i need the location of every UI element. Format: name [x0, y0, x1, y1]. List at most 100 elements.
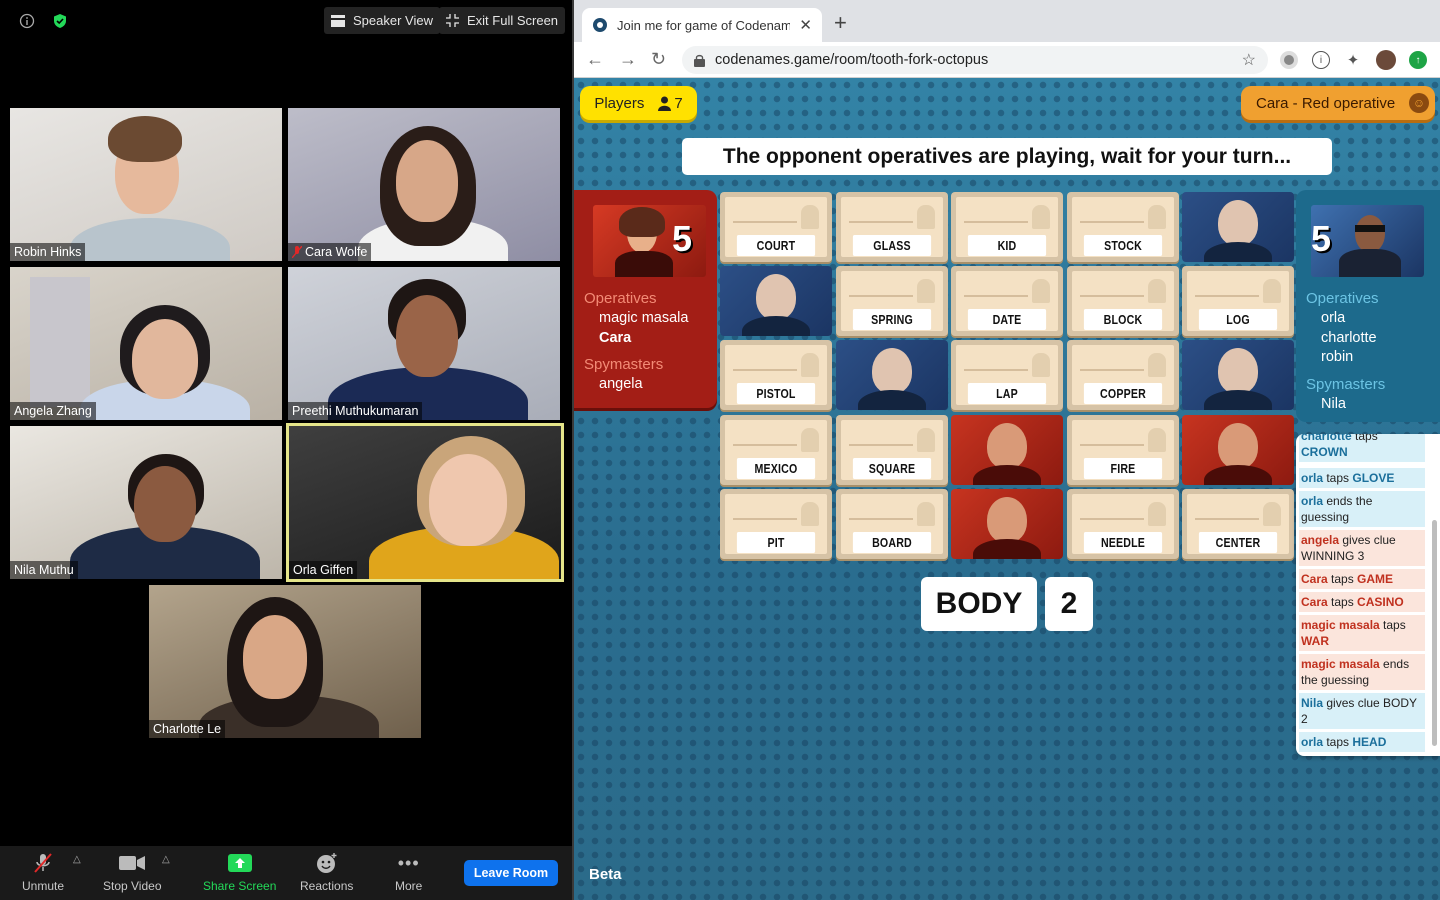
word-card[interactable]: MEXICO [720, 415, 832, 485]
leave-room-button[interactable]: Leave Room [464, 860, 558, 886]
log-word: GAME [1357, 572, 1394, 586]
info-icon[interactable] [15, 9, 39, 33]
tab-codenames[interactable]: Join me for game of Codenames ✕ [582, 8, 822, 42]
word-card[interactable]: LOG [1182, 266, 1294, 336]
globe-icon [593, 18, 607, 32]
blue-spymaster: Nila [1321, 396, 1346, 412]
log-entry: charlotte taps CROWN [1299, 434, 1425, 462]
log-scrollbar[interactable] [1432, 520, 1437, 746]
red-operatives-label: Operatives [584, 290, 657, 307]
blue-operative: robin [1321, 349, 1354, 365]
card-word: COURT [736, 235, 816, 256]
word-card[interactable]: CENTER [1182, 489, 1294, 559]
url-text: codenames.game/room/tooth-fork-octopus [715, 52, 989, 68]
stop-video-button[interactable]: Stop Video [103, 852, 162, 893]
red-operative: magic masala [599, 310, 689, 326]
log-word: CROWN [1301, 445, 1348, 459]
word-card[interactable]: GLASS [836, 192, 948, 262]
log-actor: Cara [1301, 595, 1328, 609]
video-tile-charlotte-le[interactable]: Charlotte Le [149, 585, 421, 738]
address-bar[interactable]: codenames.game/room/tooth-fork-octopus ☆ [682, 46, 1268, 74]
video-tile-preethi-muthukumaran[interactable]: Preethi Muthukumaran [288, 267, 560, 420]
blue-operatives-label: Operatives [1306, 290, 1379, 307]
red-agent-card[interactable] [951, 489, 1063, 559]
star-icon[interactable]: ☆ [1242, 50, 1256, 70]
video-tile-angela-zhang[interactable]: Angela Zhang [10, 267, 282, 420]
back-icon[interactable]: ← [586, 49, 604, 70]
word-card[interactable]: DATE [951, 266, 1063, 336]
card-word: LAP [967, 383, 1047, 404]
log-entry: magic masala taps WAR [1299, 615, 1425, 651]
blue-agent-card[interactable] [1182, 340, 1294, 410]
players-button[interactable]: Players 7 [580, 86, 697, 120]
log-action: taps [1323, 471, 1353, 485]
blue-operatives-list: orla charlotte robin [1321, 309, 1377, 368]
word-card[interactable]: SQUARE [836, 415, 948, 485]
more-button[interactable]: ••• More [395, 852, 422, 894]
red-spymasters-label: Spymasters [584, 356, 664, 373]
speaker-view-button[interactable]: Speaker View [324, 7, 440, 34]
reload-icon[interactable]: ↻ [651, 49, 666, 70]
blue-operative: orla [1321, 310, 1346, 326]
word-card[interactable]: SPRING [836, 266, 948, 336]
puzzle-icon[interactable]: ✦ [1344, 51, 1362, 69]
word-card[interactable]: PISTOL [720, 340, 832, 410]
log-actor: magic masala [1301, 618, 1380, 632]
person-icon [658, 96, 672, 111]
shield-icon[interactable] [48, 9, 72, 33]
reactions-button[interactable]: Reactions [300, 852, 353, 893]
speaker-view-label: Speaker View [353, 13, 433, 28]
red-operatives-list: magic masala Cara [599, 309, 688, 348]
card-word: FIRE [1083, 458, 1163, 479]
game-log[interactable]: charlotte taps CROWN orla taps GLOVE orla … [1296, 434, 1440, 756]
blue-spymasters-list: Nila [1321, 395, 1346, 415]
word-card[interactable]: BOARD [836, 489, 948, 559]
chevron-up-icon[interactable]: △ [73, 854, 81, 865]
word-card[interactable]: LAP [951, 340, 1063, 410]
blue-agent-card[interactable] [720, 266, 832, 336]
word-card[interactable]: KID [951, 192, 1063, 262]
log-action: taps [1327, 572, 1358, 586]
clue-word: BODY [921, 577, 1037, 631]
video-tile-orla-giffen[interactable]: Orla Giffen [286, 423, 564, 582]
update-icon[interactable]: ↑ [1409, 51, 1427, 69]
card-word: DATE [967, 309, 1047, 330]
video-tile-cara-wolfe[interactable]: Cara Wolfe [288, 108, 560, 261]
blue-agent-card[interactable] [836, 340, 948, 410]
word-card[interactable]: COPPER [1067, 340, 1179, 410]
forward-icon[interactable]: → [619, 49, 637, 70]
word-card[interactable]: STOCK [1067, 192, 1179, 262]
muted-mic-icon [292, 246, 302, 258]
exit-full-screen-button[interactable]: Exit Full Screen [439, 7, 566, 34]
info-extension-icon[interactable]: i [1312, 51, 1330, 69]
grid-icon [331, 14, 345, 27]
word-card[interactable]: BLOCK [1067, 266, 1179, 336]
muted-mic-icon [32, 852, 54, 874]
role-button[interactable]: Cara - Red operative ☺ [1241, 86, 1435, 120]
avatar[interactable] [1376, 50, 1396, 70]
unmute-button[interactable]: Unmute [22, 852, 64, 893]
word-card[interactable]: PIT [720, 489, 832, 559]
word-card[interactable]: COURT [720, 192, 832, 262]
chevron-up-icon[interactable]: △ [162, 854, 170, 865]
blue-spymasters-label: Spymasters [1306, 376, 1386, 393]
share-screen-button[interactable]: Share Screen [203, 852, 276, 893]
log-actor: Cara [1301, 572, 1328, 586]
word-card[interactable]: FIRE [1067, 415, 1179, 485]
log-action: taps [1351, 434, 1378, 443]
close-tab-icon[interactable]: ✕ [799, 16, 812, 34]
blue-team-panel: 5 Operatives orla charlotte robin Spymas… [1296, 190, 1440, 422]
red-agent-card[interactable] [1182, 415, 1294, 485]
participant-name: Orla Giffen [289, 561, 358, 579]
log-entry: orla taps HEAD [1299, 732, 1425, 752]
log-actor: orla [1301, 471, 1324, 485]
word-card[interactable]: NEEDLE [1067, 489, 1179, 559]
video-tile-nila-muthu[interactable]: Nila Muthu [10, 426, 282, 579]
log-actor: orla [1301, 494, 1324, 508]
blue-agent-card[interactable] [1182, 192, 1294, 262]
red-agent-card[interactable] [951, 415, 1063, 485]
video-tile-robin-hinks[interactable]: Robin Hinks [10, 108, 282, 261]
clue-number: 2 [1045, 577, 1093, 631]
extension-icon[interactable] [1280, 51, 1298, 69]
new-tab-icon[interactable]: + [834, 10, 847, 36]
